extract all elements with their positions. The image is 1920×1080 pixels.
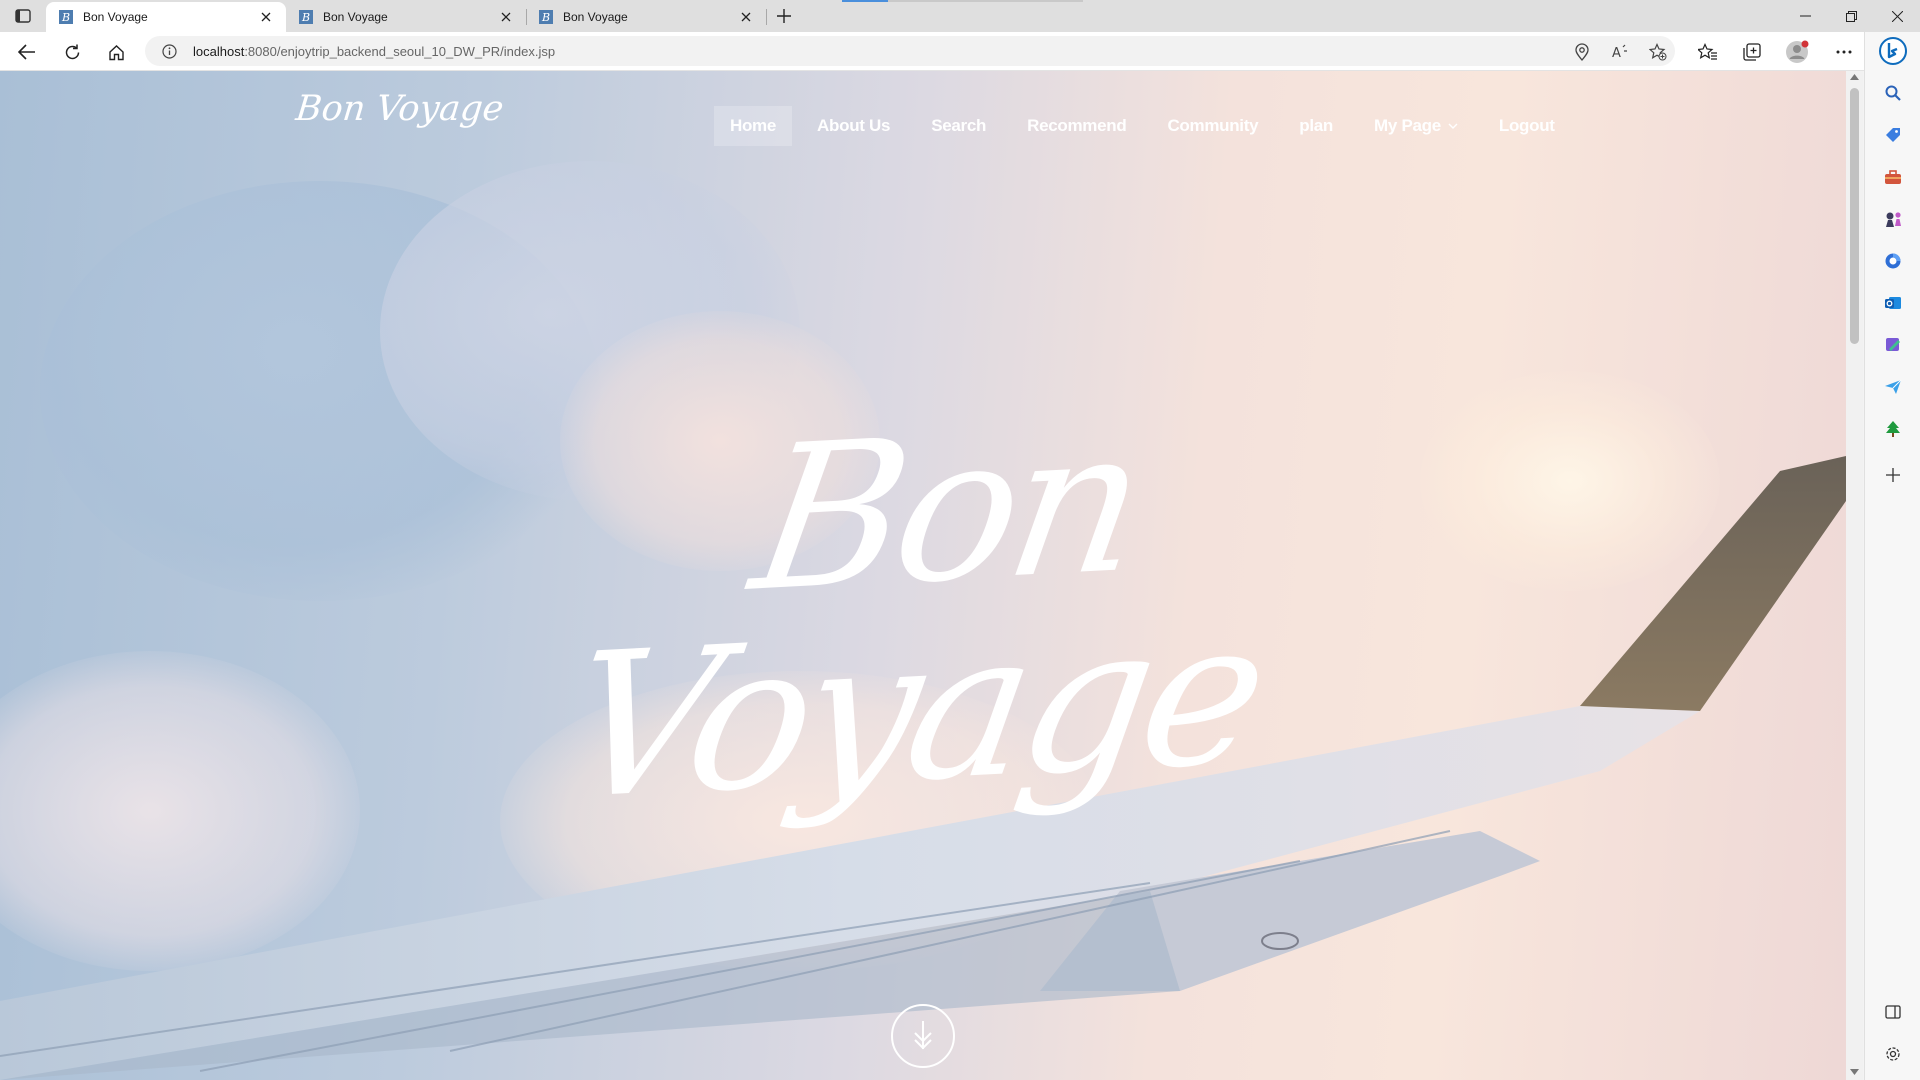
scroll-up-icon[interactable] xyxy=(1850,74,1859,80)
minimize-icon[interactable] xyxy=(1782,0,1828,32)
nav-home[interactable]: Home xyxy=(714,106,793,146)
browser-toolbar: localhost:8080/enjoytrip_backend_seoul_1… xyxy=(0,32,1920,71)
svg-text:A: A xyxy=(1612,46,1621,60)
microsoft365-icon[interactable] xyxy=(1880,248,1906,274)
favicon-icon: B xyxy=(538,9,554,25)
page-scrollbar[interactable] xyxy=(1846,71,1863,1080)
hero-title: Bon Voyage xyxy=(553,384,1275,845)
favorites-icon[interactable] xyxy=(1694,38,1722,66)
profile-avatar-icon[interactable] xyxy=(1783,38,1811,66)
games-icon[interactable] xyxy=(1880,206,1906,232)
nav-my-page[interactable]: My Page xyxy=(1358,106,1474,146)
tab-title: Bon Voyage xyxy=(323,10,388,24)
collections-icon[interactable] xyxy=(1738,38,1766,66)
designer-icon[interactable] xyxy=(1880,332,1906,358)
add-favorite-icon[interactable] xyxy=(1647,41,1669,63)
outlook-icon[interactable] xyxy=(1880,290,1906,316)
back-icon[interactable] xyxy=(13,38,41,66)
url-text: localhost:8080/enjoytrip_backend_seoul_1… xyxy=(193,44,556,59)
tree-icon[interactable] xyxy=(1880,416,1906,442)
site-info-icon[interactable] xyxy=(161,43,177,59)
scroll-down-icon[interactable] xyxy=(1850,1069,1859,1075)
refresh-icon[interactable] xyxy=(58,38,86,66)
nav-search[interactable]: Search xyxy=(915,106,1002,146)
favicon-icon: B xyxy=(298,9,314,25)
home-icon[interactable] xyxy=(102,38,130,66)
tab-actions-icon[interactable] xyxy=(12,6,34,26)
favicon-icon: B xyxy=(58,9,74,25)
scrollbar-thumb[interactable] xyxy=(1850,88,1859,344)
tab-3[interactable]: B Bon Voyage xyxy=(526,2,766,32)
close-icon[interactable] xyxy=(258,9,274,25)
copilot-icon[interactable] xyxy=(1878,36,1908,66)
double-chevron-down-icon xyxy=(914,1021,932,1050)
tab-1[interactable]: B Bon Voyage xyxy=(46,2,286,32)
nav-plan[interactable]: plan xyxy=(1283,106,1349,146)
tab-title: Bon Voyage xyxy=(563,10,628,24)
main-nav: Home About Us Search Recommend Community… xyxy=(714,106,1580,146)
tab-separator xyxy=(766,9,767,25)
nav-about-us[interactable]: About Us xyxy=(801,106,906,146)
split-screen-icon[interactable] xyxy=(1880,999,1906,1025)
tab-strip: B Bon Voyage B Bon Voyage B Bon Voyage xyxy=(0,0,1920,32)
svg-text:B: B xyxy=(301,11,310,24)
nav-community[interactable]: Community xyxy=(1151,106,1274,146)
tools-icon[interactable] xyxy=(1880,164,1906,190)
tab-2[interactable]: B Bon Voyage xyxy=(286,2,526,32)
settings-icon[interactable] xyxy=(1880,1041,1906,1067)
close-window-icon[interactable] xyxy=(1874,0,1920,32)
svg-text:B: B xyxy=(541,11,550,24)
page-viewport: Bon Voyage Home About Us Search Recommen… xyxy=(0,71,1846,1080)
loading-indicator xyxy=(842,0,888,2)
scroll-down-button[interactable] xyxy=(891,1004,955,1068)
address-bar[interactable]: localhost:8080/enjoytrip_backend_seoul_1… xyxy=(145,36,1675,66)
edge-sidebar xyxy=(1864,32,1920,1080)
read-aloud-icon[interactable]: A xyxy=(1610,41,1632,63)
site-logo[interactable]: Bon Voyage xyxy=(294,89,506,129)
nav-recommend[interactable]: Recommend xyxy=(1011,106,1142,146)
tab-title: Bon Voyage xyxy=(83,10,148,24)
shopping-tag-icon[interactable] xyxy=(1880,122,1906,148)
restore-icon[interactable] xyxy=(1828,0,1874,32)
send-icon[interactable] xyxy=(1880,374,1906,400)
svg-text:B: B xyxy=(61,11,70,24)
close-icon[interactable] xyxy=(738,9,754,25)
loading-track xyxy=(888,0,1083,2)
chevron-down-icon xyxy=(1448,123,1458,129)
more-options-icon[interactable] xyxy=(1830,38,1858,66)
location-icon[interactable] xyxy=(1571,41,1593,63)
add-icon[interactable] xyxy=(1880,462,1906,488)
nav-logout[interactable]: Logout xyxy=(1483,106,1571,146)
search-icon[interactable] xyxy=(1880,80,1906,106)
new-tab-icon[interactable] xyxy=(772,5,796,27)
close-icon[interactable] xyxy=(498,9,514,25)
